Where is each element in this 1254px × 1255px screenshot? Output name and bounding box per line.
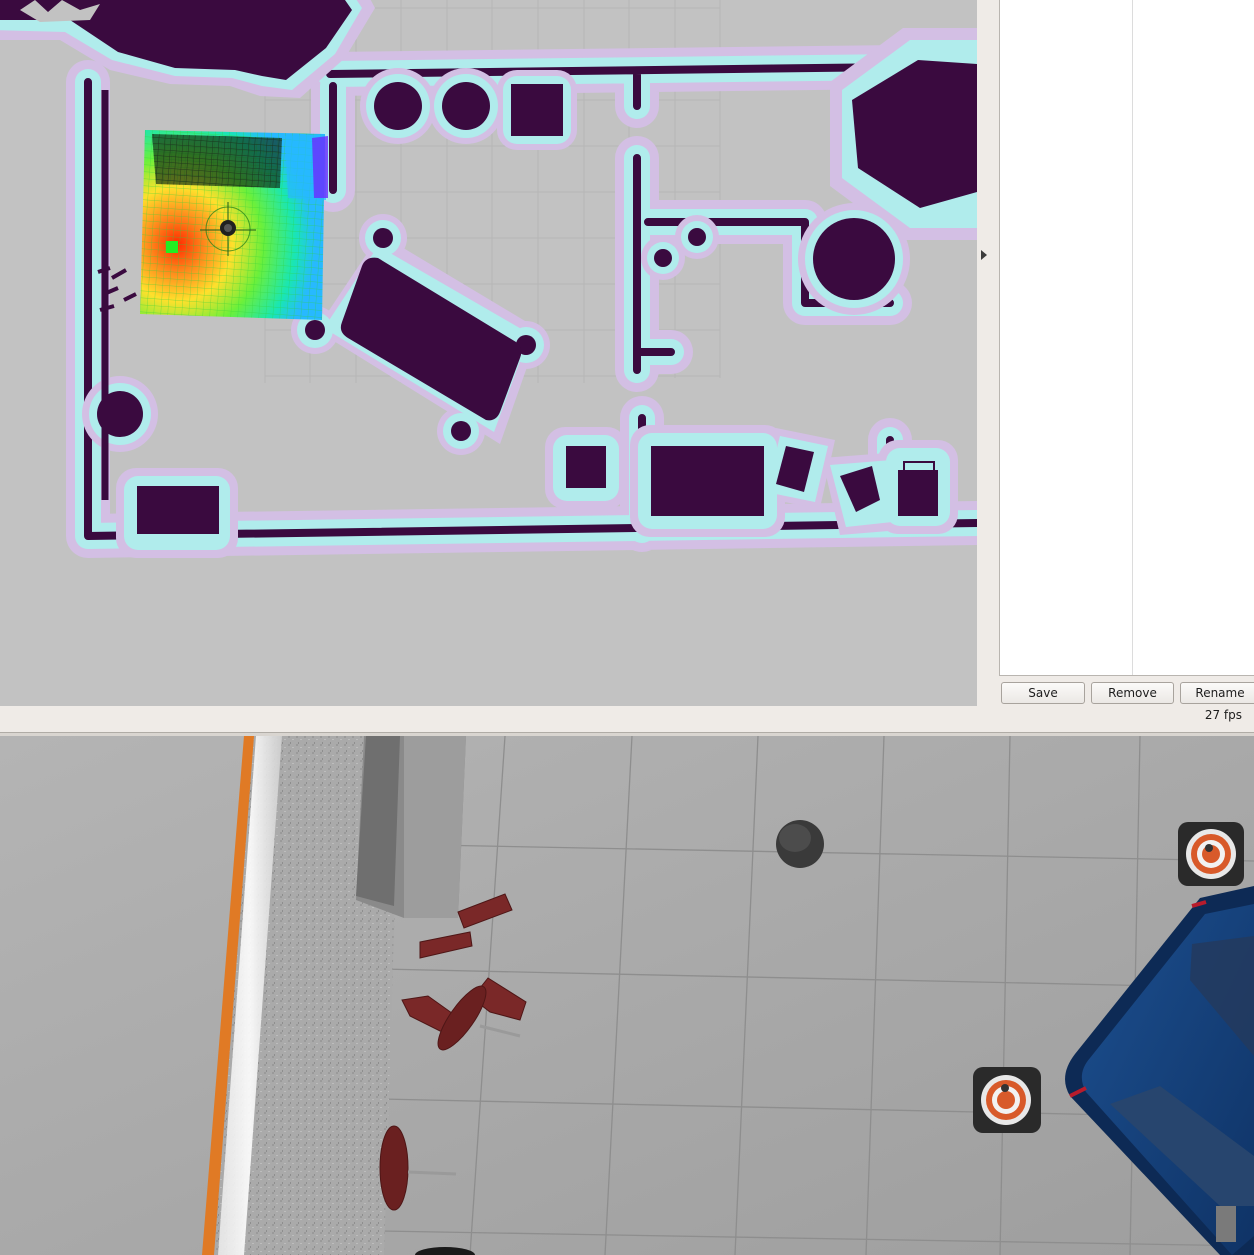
ground-plane	[0, 736, 1254, 1255]
save-button[interactable]: Save	[1001, 682, 1085, 704]
traffic-cone	[1178, 822, 1244, 886]
goal-marker	[166, 241, 178, 253]
map-view[interactable]	[0, 0, 977, 706]
scene-canvas[interactable]	[0, 736, 1254, 1255]
barrier-block	[356, 736, 466, 918]
status-strip	[0, 706, 977, 732]
simulation-view[interactable]	[0, 736, 1254, 1255]
panel-splitter[interactable]	[977, 0, 999, 706]
column-divider	[1132, 0, 1133, 675]
remove-button[interactable]: Remove	[1091, 682, 1174, 704]
triangle-right-icon[interactable]	[981, 250, 987, 260]
traffic-cone	[973, 1067, 1041, 1133]
views-panel[interactable]	[999, 0, 1254, 676]
fps-readout: 27 fps	[1204, 708, 1242, 722]
trash-can	[776, 820, 824, 868]
costmap-canvas[interactable]	[0, 0, 977, 706]
rename-button[interactable]: Rename	[1180, 682, 1254, 704]
